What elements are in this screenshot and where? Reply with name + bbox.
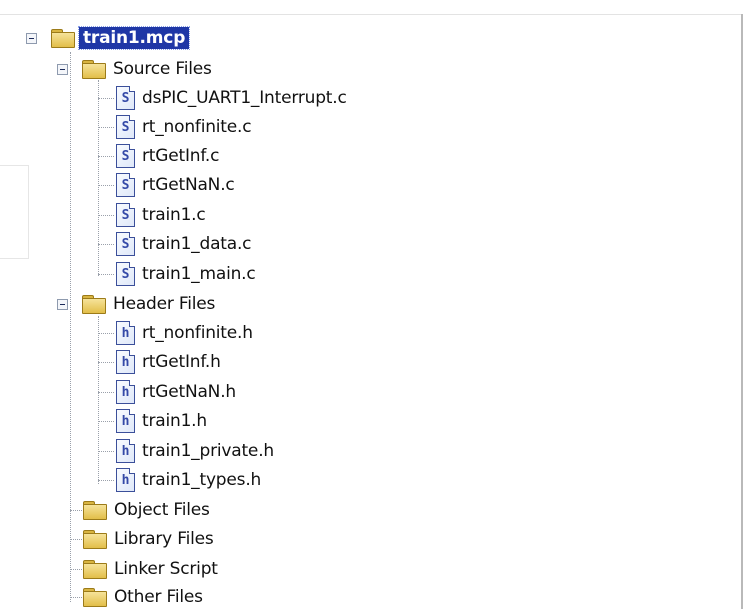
folder-icon <box>82 294 106 314</box>
file-label: train1.c <box>142 205 206 225</box>
file-label: rt_nonfinite.h <box>142 323 253 343</box>
tree-node-file[interactable]: S train1.c <box>98 201 209 229</box>
tree-node-file[interactable]: S rtGetNaN.c <box>98 171 238 199</box>
tree-node-file[interactable]: h rt_nonfinite.h <box>98 319 256 347</box>
tree-node-other-files[interactable]: Other Files <box>70 583 206 611</box>
collapse-icon[interactable] <box>57 64 68 75</box>
tree-node-library-files[interactable]: Library Files <box>70 525 217 553</box>
collapse-icon[interactable] <box>57 299 68 310</box>
h-file-icon: h <box>116 350 135 374</box>
file-label: train1_types.h <box>142 470 262 490</box>
folder-icon <box>83 500 107 520</box>
file-label: rtGetNaN.c <box>142 175 235 195</box>
file-label: dsPIC_UART1_Interrupt.c <box>142 88 347 108</box>
collapse-icon[interactable] <box>26 33 37 44</box>
tree-node-project[interactable]: train1.mcp <box>26 24 191 52</box>
project-name[interactable]: train1.mcp <box>77 26 191 50</box>
c-file-icon: S <box>116 232 135 256</box>
h-file-icon: h <box>116 409 135 433</box>
folder-label: Other Files <box>114 587 203 607</box>
folder-label: Source Files <box>113 59 212 79</box>
panel-right-border <box>741 14 743 609</box>
tree-node-object-files[interactable]: Object Files <box>70 496 213 524</box>
tree-node-file[interactable]: S train1_data.c <box>98 230 254 258</box>
file-label: train1_private.h <box>142 441 274 461</box>
h-file-icon: h <box>116 468 135 492</box>
tree-node-file[interactable]: h train1.h <box>98 407 210 435</box>
folder-icon <box>51 28 75 48</box>
folder-label: Linker Script <box>114 559 218 579</box>
folder-icon <box>82 59 106 79</box>
c-file-icon: S <box>116 86 135 110</box>
file-label: train1.h <box>142 411 207 431</box>
tree-node-file[interactable]: h train1_types.h <box>98 466 264 494</box>
tree-node-file[interactable]: h rtGetInf.h <box>98 348 224 376</box>
file-label: rt_nonfinite.c <box>142 117 252 137</box>
file-label: train1_main.c <box>142 264 256 284</box>
h-file-icon: h <box>116 439 135 463</box>
c-file-icon: S <box>116 173 135 197</box>
panel-top-border <box>0 14 743 15</box>
c-file-icon: S <box>116 203 135 227</box>
tree-node-header-files[interactable]: Header Files <box>57 290 218 318</box>
tree-node-source-files[interactable]: Source Files <box>57 55 215 83</box>
file-label: train1_data.c <box>142 234 252 254</box>
h-file-icon: h <box>116 321 135 345</box>
folder-icon <box>83 587 107 607</box>
file-label: rtGetInf.h <box>142 352 221 372</box>
tree-node-file[interactable]: S train1_main.c <box>98 260 259 288</box>
folder-label: Object Files <box>114 500 210 520</box>
tree-node-file[interactable]: h train1_private.h <box>98 437 277 465</box>
tree-node-file[interactable]: S rtGetInf.c <box>98 142 222 170</box>
file-label: rtGetInf.c <box>142 146 220 166</box>
c-file-icon: S <box>116 115 135 139</box>
c-file-icon: S <box>116 262 135 286</box>
tree-node-file[interactable]: h rtGetNaN.h <box>98 378 239 406</box>
folder-label: Library Files <box>114 529 214 549</box>
left-panel-edge <box>0 165 29 259</box>
project-tree-panel: train1.mcp Source Files S dsPIC_UART1_In… <box>0 0 743 609</box>
tree-node-file[interactable]: S rt_nonfinite.c <box>98 113 254 141</box>
h-file-icon: h <box>116 380 135 404</box>
tree-node-linker-script[interactable]: Linker Script <box>70 555 221 583</box>
tree-node-file[interactable]: S dsPIC_UART1_Interrupt.c <box>98 84 350 112</box>
folder-label: Header Files <box>113 294 216 314</box>
folder-icon <box>83 559 107 579</box>
c-file-icon: S <box>116 144 135 168</box>
file-label: rtGetNaN.h <box>142 382 236 402</box>
folder-icon <box>83 529 107 549</box>
